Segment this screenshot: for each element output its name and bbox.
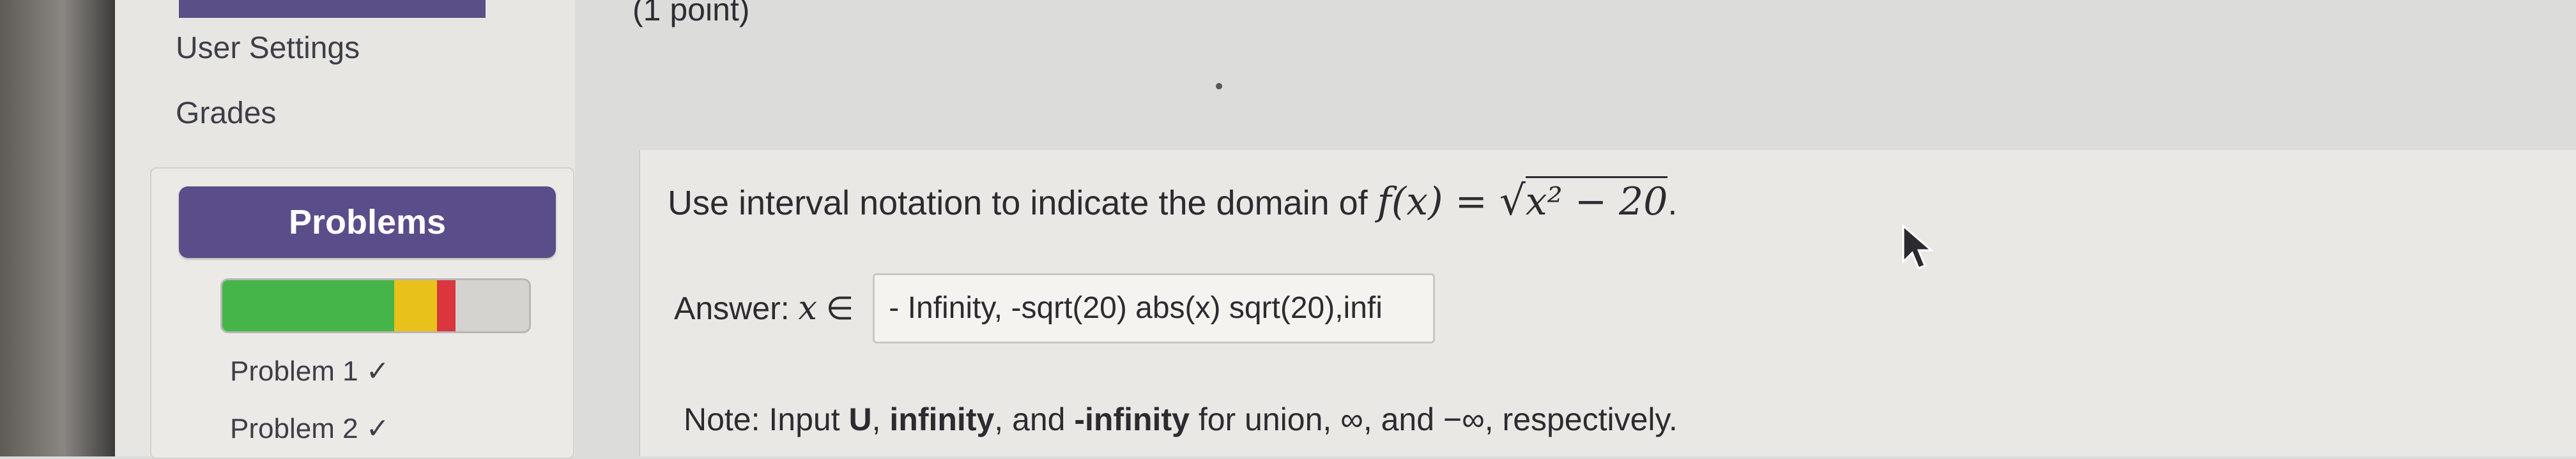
sidebar-link-grades[interactable]: Grades bbox=[176, 96, 276, 131]
progress-bar bbox=[220, 278, 531, 333]
progress-correct-segment bbox=[222, 280, 394, 331]
note-text: Note: Input U, infinity, and -infinity f… bbox=[684, 402, 1678, 437]
problems-button[interactable]: Problems bbox=[179, 186, 556, 258]
answer-input[interactable] bbox=[873, 273, 1436, 343]
dot-icon bbox=[1216, 83, 1222, 89]
radicand: x² − 20 bbox=[1525, 176, 1668, 224]
function-lhs: f(x) bbox=[1377, 179, 1443, 224]
answer-label: Answer: x ∈ bbox=[674, 289, 854, 327]
question-suffix: . bbox=[1667, 184, 1678, 222]
problem-link-1[interactable]: Problem 1 ✓ bbox=[230, 355, 390, 388]
sqrt-symbol: √ bbox=[1499, 177, 1526, 225]
equals-sign: = bbox=[1443, 179, 1499, 224]
infinity-keyword: infinity bbox=[889, 402, 995, 437]
progress-partial-segment bbox=[394, 280, 437, 331]
progress-incorrect-segment bbox=[437, 280, 456, 331]
point-value-label: (1 point) bbox=[632, 0, 750, 27]
answer-row: Answer: x ∈ bbox=[674, 271, 1436, 345]
neg-infinity-keyword: -infinity bbox=[1074, 402, 1190, 437]
mouse-cursor-icon bbox=[1902, 223, 1935, 269]
question-text: Use interval notation to indicate the do… bbox=[668, 176, 1678, 225]
sidebar-top-bar bbox=[179, 0, 486, 18]
screen-bezel bbox=[0, 0, 115, 456]
sidebar-link-user-settings[interactable]: User Settings bbox=[176, 31, 360, 66]
question-prefix: Use interval notation to indicate the do… bbox=[668, 184, 1377, 222]
union-keyword: U bbox=[848, 402, 872, 437]
problem-link-2[interactable]: Problem 2 ✓ bbox=[230, 412, 390, 445]
